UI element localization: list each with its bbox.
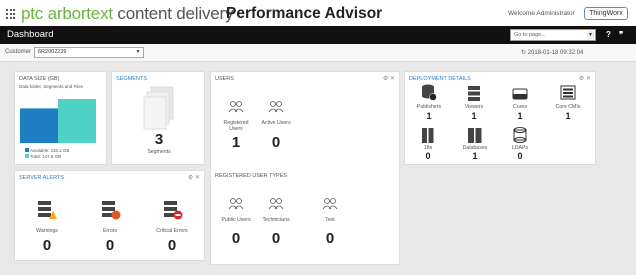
server-alerts-panel: SERVER ALERTS ⚙ ✕ Warnings 0 Errors 0 Cr… xyxy=(14,170,205,261)
deploy-value-ldaps: 0 xyxy=(517,151,523,161)
bar-available xyxy=(20,108,58,143)
users-icon xyxy=(268,101,284,113)
customer-select[interactable]: 6R2002239 ▼ xyxy=(34,47,144,58)
list-box-icon xyxy=(560,85,576,100)
refresh-icon: ↻ xyxy=(521,50,527,56)
usertype-value-public: 0 xyxy=(231,230,241,247)
data-size-panel: DATA SIZE (GB) Data folder, Segments and… xyxy=(14,71,107,165)
deploy-label-viewers: Viewers xyxy=(464,104,484,110)
alert-label-warnings: Warnings xyxy=(36,228,58,234)
refresh-timestamp[interactable]: ↻ 2018-01-18 09:32:04 xyxy=(521,49,583,56)
database-server-icon xyxy=(468,128,482,143)
thingworx-logo[interactable]: ThingWorx xyxy=(584,7,628,20)
users-value-registered: 1 xyxy=(231,134,241,151)
users-value-active: 0 xyxy=(271,134,281,151)
usertype-label-test: Test xyxy=(325,217,335,223)
panel-controls[interactable]: ⚙ ✕ xyxy=(188,174,200,181)
legend-total-label: Total: 147.6 GB xyxy=(30,154,62,159)
alert-value-errors: 0 xyxy=(105,237,115,254)
brand-name: ptc arbortext xyxy=(21,4,113,23)
users-panel: USERS ⚙ ✕ Registered Users 1 Active User… xyxy=(210,71,400,265)
users-icon xyxy=(228,101,244,113)
panel-controls[interactable]: ⚙ ✕ xyxy=(579,75,591,82)
deploy-label-core-cmis: Core CMIs xyxy=(555,104,581,110)
server-warning-icon xyxy=(38,201,57,219)
usertype-value-technicians: 0 xyxy=(271,230,281,247)
panel-title: DATA SIZE (GB) xyxy=(19,76,60,82)
panel-title[interactable]: SEGMENTS xyxy=(116,76,147,82)
comment-icon[interactable]: ❞ xyxy=(619,30,623,39)
app-menu-icon[interactable] xyxy=(6,9,16,19)
chevron-down-icon: ▼ xyxy=(587,31,594,39)
document-stack-icon xyxy=(143,86,174,130)
alert-label-errors: Errors xyxy=(102,228,118,234)
users-icon xyxy=(322,198,338,210)
alert-label-critical: Critical Errors xyxy=(156,228,188,234)
deploy-label-publishers: Publishers xyxy=(416,104,442,110)
panel-title[interactable]: SERVER ALERTS xyxy=(19,175,64,181)
usertype-label-public: Public Users xyxy=(221,217,251,223)
deploy-value-publishers: 1 xyxy=(426,111,432,121)
panel-controls[interactable]: ⚙ ✕ xyxy=(383,75,395,82)
legend-swatch xyxy=(25,154,29,158)
deployment-panel: DEPLOYMENT DETAILS ⚙ ✕ Publishers 1 View… xyxy=(404,71,596,165)
segments-label: Segments xyxy=(147,149,171,155)
brand-sub: content delivery xyxy=(112,4,234,23)
app-header: ptc arbortext content delivery Performan… xyxy=(0,0,636,26)
alert-value-warnings: 0 xyxy=(42,237,52,254)
section-title: REGISTERED USER TYPES xyxy=(215,173,288,179)
server-error-icon xyxy=(102,201,121,220)
refresh-time: 2018-01-18 09:32:04 xyxy=(527,50,584,56)
deploy-value-viewers: 1 xyxy=(471,111,477,121)
segments-panel: SEGMENTS 3 Segments xyxy=(111,71,205,165)
deploy-value-18s: 0 xyxy=(425,151,431,161)
title-bar: Dashboard Go to page... ▼ ? ❞ xyxy=(0,26,636,44)
legend-available-label: Available: 116.1 GB xyxy=(30,148,70,153)
customer-value: 6R2002239 xyxy=(38,49,67,55)
chevron-down-icon: ▼ xyxy=(135,49,141,55)
legend-swatch xyxy=(25,148,29,152)
goto-page-placeholder: Go to page... xyxy=(514,32,546,38)
server-rack-icon xyxy=(422,128,434,143)
deploy-value-databases: 1 xyxy=(472,151,478,161)
server-icon xyxy=(468,86,480,101)
deploy-label-cores: Cores xyxy=(513,104,527,110)
database-publish-icon xyxy=(422,84,437,101)
goto-page-select[interactable]: Go to page... ▼ xyxy=(510,29,596,41)
product-title: Performance Advisor xyxy=(226,5,383,22)
users-icon xyxy=(228,198,244,210)
legend-total: Total: 147.6 GB xyxy=(25,154,61,159)
legend-available: Available: 116.1 GB xyxy=(25,148,69,153)
welcome-text: Welcome Administrator xyxy=(508,10,575,17)
help-icon[interactable]: ? xyxy=(606,30,611,39)
usertype-label-technicians: Technicians xyxy=(262,217,290,223)
usertype-value-test: 0 xyxy=(325,230,335,247)
customer-label: Customer xyxy=(5,49,32,55)
data-size-chart xyxy=(20,99,96,143)
users-icon xyxy=(268,198,284,210)
deploy-value-cores: 1 xyxy=(517,111,523,121)
bar-total xyxy=(58,99,96,143)
ldap-database-icon xyxy=(513,127,527,143)
filter-bar: Customer 6R2002239 ▼ ↻ 2018-01-18 09:32:… xyxy=(0,44,636,62)
panel-title: USERS xyxy=(215,76,234,82)
hard-drive-icon xyxy=(512,88,528,100)
alert-value-critical: 0 xyxy=(167,237,177,254)
users-label-registered: Registered Users xyxy=(223,120,249,132)
panel-title[interactable]: DEPLOYMENT DETAILS xyxy=(409,76,471,82)
server-critical-icon xyxy=(164,201,183,220)
users-label-active: Active Users xyxy=(261,120,291,126)
segments-count: 3 xyxy=(154,131,164,148)
page-title: Dashboard xyxy=(7,29,54,40)
deploy-value-core-cmis: 1 xyxy=(565,111,571,121)
brand-logo: ptc arbortext content delivery xyxy=(21,4,233,24)
panel-subtitle: Data folder, Segments and Files xyxy=(19,84,84,89)
